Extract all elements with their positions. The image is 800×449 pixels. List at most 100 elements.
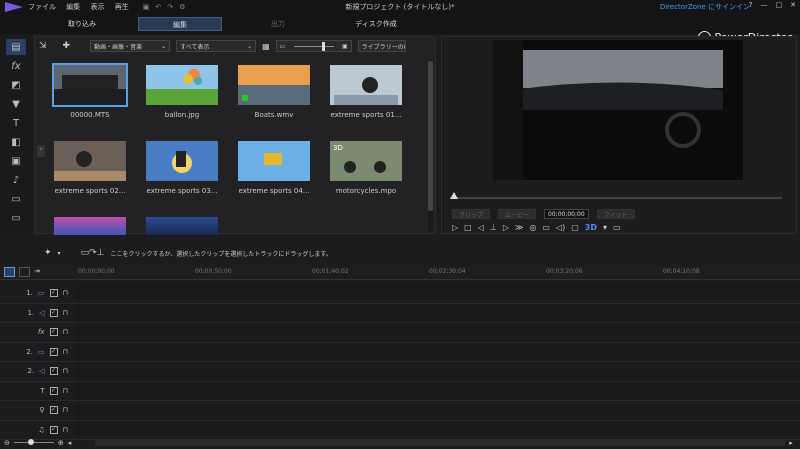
plugin-icon[interactable]: ✚: [63, 41, 71, 51]
media-item[interactable]: 3D motorcycles.mpo: [325, 141, 407, 195]
fit-timeline-icon[interactable]: ⇥: [34, 267, 40, 277]
media-room-icon[interactable]: ▤: [6, 39, 26, 55]
settings-icon[interactable]: ⚙: [179, 3, 185, 11]
track-enable-checkbox[interactable]: ✓: [49, 347, 58, 356]
media-item[interactable]: extreme sports 01...: [325, 65, 407, 119]
fast-forward-icon[interactable]: ≫: [515, 223, 523, 232]
title-room-icon[interactable]: T: [6, 115, 26, 131]
lock-icon[interactable]: ⊓: [63, 289, 68, 297]
chapter-room-icon[interactable]: ▭: [6, 191, 26, 207]
timeline-view-button[interactable]: [4, 267, 15, 277]
3d-mode-button[interactable]: 3D: [585, 223, 597, 232]
close-button[interactable]: ✕: [790, 1, 796, 9]
scrollbar-thumb[interactable]: [428, 61, 433, 211]
track-enable-checkbox[interactable]: ✓: [49, 308, 58, 317]
track-lane[interactable]: [76, 284, 800, 303]
subtitle-preview-icon[interactable]: ▭: [613, 223, 621, 232]
playhead-knob[interactable]: [450, 192, 458, 199]
zoom-slider[interactable]: [13, 439, 54, 445]
track-enable-checkbox[interactable]: ✓: [49, 367, 58, 376]
menu-edit[interactable]: 編集: [66, 3, 80, 11]
zoom-slider-knob[interactable]: [27, 439, 34, 445]
edit-tools-icon[interactable]: ▭↷⊥: [81, 248, 105, 258]
media-item[interactable]: 00000.MTS: [49, 63, 131, 119]
timecode-display[interactable]: 00;00;00;00: [544, 209, 589, 219]
clip-mode-button[interactable]: クリップ: [452, 209, 491, 219]
lock-icon[interactable]: ⊓: [63, 406, 68, 414]
timeline-horizontal-scrollbar[interactable]: [95, 439, 786, 446]
volume-icon[interactable]: ◁): [556, 223, 565, 232]
tab-produce[interactable]: 出力: [236, 17, 320, 31]
toolbar-save-icon[interactable]: ▣: [143, 3, 150, 11]
tab-capture[interactable]: 取り込み: [40, 17, 124, 31]
display-filter-dropdown[interactable]: すべて表示 ⌄: [176, 40, 257, 52]
fx-room-icon[interactable]: fx: [6, 58, 26, 74]
expand-panel-button[interactable]: ›: [37, 145, 45, 157]
maximize-button[interactable]: □: [776, 1, 783, 9]
zoom-in-icon[interactable]: ⊕: [58, 439, 64, 447]
track-enable-checkbox[interactable]: ✓: [49, 289, 58, 298]
minimize-button[interactable]: —: [761, 1, 768, 9]
track-lane[interactable]: [76, 362, 800, 381]
track-lane[interactable]: [76, 342, 800, 361]
storyboard-view-button[interactable]: [19, 267, 30, 277]
menu-play[interactable]: 再生: [115, 3, 129, 11]
track-enable-checkbox[interactable]: ✓: [49, 406, 58, 415]
mixer-room-icon[interactable]: ▭: [6, 210, 26, 226]
media-item[interactable]: Boats.wmv: [233, 65, 315, 119]
lock-icon[interactable]: ⊓: [63, 309, 68, 317]
track-enable-checkbox[interactable]: ✓: [49, 425, 58, 434]
menu-view[interactable]: 表示: [90, 3, 104, 11]
track-lane[interactable]: [76, 323, 800, 342]
media-item[interactable]: extreme sports 04...: [233, 141, 315, 195]
media-item[interactable]: extreme sports 03...: [141, 141, 223, 195]
redo-icon[interactable]: ↷: [167, 3, 173, 11]
menu-file[interactable]: ファイル: [28, 3, 56, 11]
transition-room-icon[interactable]: ◧: [6, 134, 26, 150]
lock-icon[interactable]: ⊓: [63, 387, 68, 395]
media-item[interactable]: extreme sports 02...: [49, 141, 131, 195]
media-item[interactable]: ballon.jpg: [141, 65, 223, 119]
previous-frame-icon[interactable]: ◁: [478, 223, 484, 232]
zoom-out-icon[interactable]: ⊖: [4, 439, 10, 447]
track-enable-checkbox[interactable]: ✓: [49, 386, 58, 395]
scroll-left-icon[interactable]: ◂: [68, 439, 72, 447]
stop-icon[interactable]: □: [464, 223, 472, 232]
library-scrollbar[interactable]: [428, 61, 433, 231]
undock-icon[interactable]: ▭: [542, 223, 550, 232]
track-lane[interactable]: [76, 381, 800, 400]
tab-edit[interactable]: 編集: [138, 17, 222, 31]
media-item[interactable]: [49, 217, 131, 235]
lock-icon[interactable]: ⊓: [63, 348, 68, 356]
tab-disc[interactable]: ディスク作成: [334, 17, 418, 31]
pip-room-icon[interactable]: ◩: [6, 77, 26, 93]
scroll-right-icon[interactable]: ▸: [789, 439, 793, 447]
movie-mode-button[interactable]: ムービー: [498, 209, 537, 219]
size-slider-knob[interactable]: [321, 41, 325, 51]
preview-timeline-slider[interactable]: [450, 192, 782, 199]
split-icon[interactable]: ⊥: [490, 223, 497, 232]
lock-icon[interactable]: ⊓: [63, 367, 68, 375]
next-frame-icon[interactable]: ▷: [503, 223, 509, 232]
help-button[interactable]: ?: [749, 1, 753, 9]
undo-icon[interactable]: ↶: [155, 3, 161, 11]
media-item[interactable]: [141, 217, 223, 235]
fullscreen-icon[interactable]: ▢: [571, 223, 579, 232]
track-lane[interactable]: [76, 303, 800, 322]
subtitle-room-icon[interactable]: ▣: [6, 153, 26, 169]
media-filter-dropdown[interactable]: 動画・画像・音楽 ⌄: [90, 40, 171, 52]
thumbnail-size-slider[interactable]: ▭ ▣: [275, 40, 352, 52]
particle-room-icon[interactable]: ▼: [6, 96, 26, 112]
import-icon[interactable]: ⇲: [39, 41, 47, 51]
size-slider-track[interactable]: [293, 41, 334, 51]
track-enable-checkbox[interactable]: ✓: [49, 328, 58, 337]
chevron-down-icon[interactable]: ▾: [603, 223, 607, 232]
timeline-ruler[interactable]: ⇥ 00;00;00;00 00;00;50;00 00;01;40;02 00…: [0, 266, 800, 280]
directorzone-link[interactable]: DirectorZone にサインイン: [660, 2, 750, 12]
fit-dropdown[interactable]: フィット: [596, 209, 635, 219]
play-icon[interactable]: ▷: [452, 223, 458, 232]
voice-room-icon[interactable]: ♪: [6, 172, 26, 188]
snapshot-icon[interactable]: ◎: [529, 223, 536, 232]
lock-icon[interactable]: ⊓: [63, 328, 68, 336]
grid-view-icon[interactable]: ▦: [262, 42, 270, 51]
